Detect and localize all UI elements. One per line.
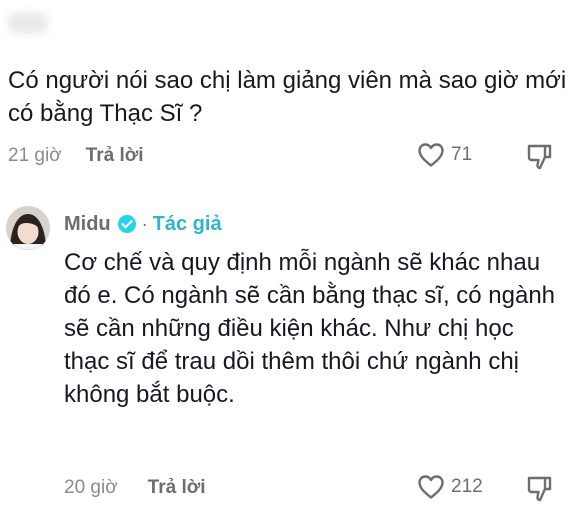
reply-button[interactable]: Trả lời	[86, 145, 144, 167]
comment-time: 20 giờ	[64, 477, 118, 498]
comment-meta: 21 giờ Trả lời	[8, 142, 144, 170]
dislike-button[interactable]	[525, 143, 553, 176]
thumbs-down-icon	[525, 144, 553, 175]
like-count: 71	[451, 144, 473, 165]
like-button[interactable]: 212	[417, 474, 483, 500]
like-count: 212	[451, 476, 483, 497]
author-name[interactable]: Midu	[64, 213, 111, 236]
author-row: Midu · Tác giả	[64, 210, 222, 238]
heart-outline-icon	[417, 474, 445, 500]
comment-text: Cơ chế và quy định mỗi ngành sẽ khác nha…	[64, 249, 556, 408]
dislike-button[interactable]	[525, 475, 553, 508]
reply-button[interactable]: Trả lời	[148, 477, 206, 499]
comment-time: 21 giờ	[8, 145, 62, 166]
comment-text: Có người nói sao chị làm giảng viên mà s…	[8, 67, 567, 127]
thumbs-down-icon	[525, 476, 553, 507]
heart-outline-icon	[417, 142, 445, 168]
author-tag: Tác giả	[152, 212, 222, 235]
blurred-username	[8, 12, 48, 34]
comment-meta: 20 giờ Trả lời	[64, 474, 206, 502]
verified-check-icon	[117, 214, 137, 234]
avatar[interactable]	[6, 206, 50, 250]
like-button[interactable]: 71	[417, 142, 472, 168]
separator-dot: ·	[141, 213, 148, 234]
